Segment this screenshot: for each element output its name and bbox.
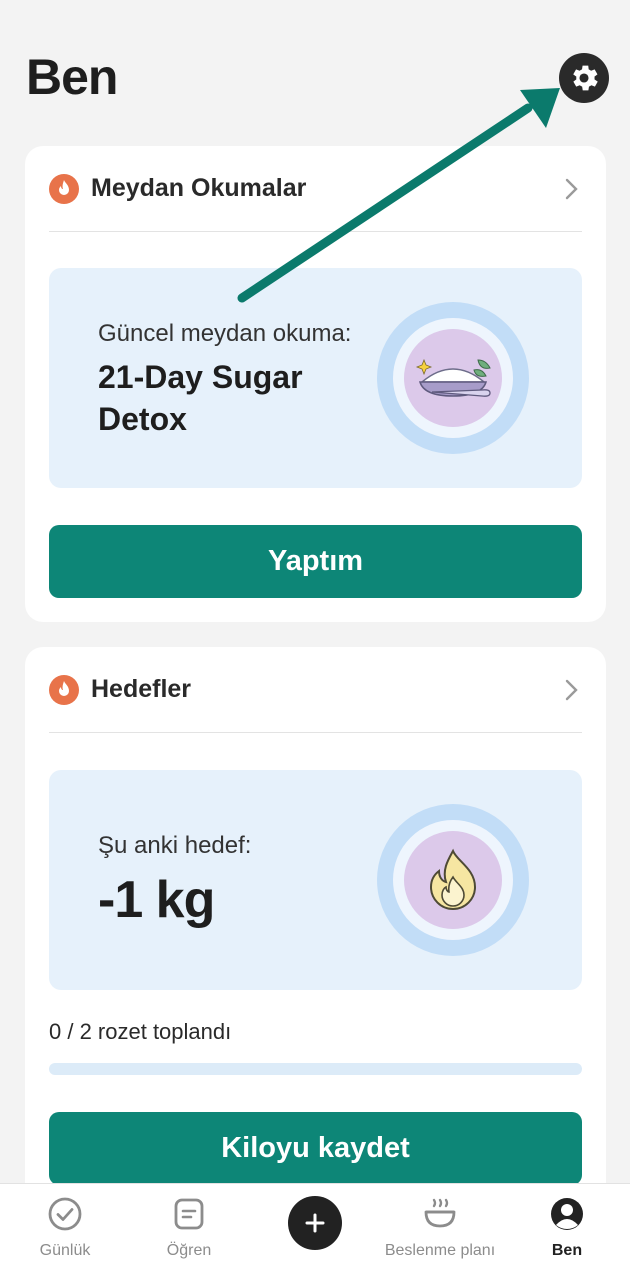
goals-title: Hedefler — [91, 675, 192, 703]
goals-header[interactable]: Hedefler — [49, 647, 582, 733]
profile-icon — [547, 1194, 587, 1234]
nav-item-profile[interactable]: Ben — [502, 1194, 630, 1274]
bowl-icon — [420, 1194, 460, 1234]
nav-item-diary[interactable]: Günlük — [0, 1194, 130, 1274]
nav-label-diary: Günlük — [39, 1242, 91, 1259]
flame-icon — [49, 173, 79, 204]
fire-illustration — [377, 804, 529, 956]
challenges-header[interactable]: Meydan Okumalar — [49, 146, 582, 232]
current-goal-value: -1 kg — [98, 871, 215, 929]
badges-collected-text: 0 / 2 rozet toplandı — [49, 1019, 232, 1044]
nav-label-profile: Ben — [551, 1242, 583, 1259]
bottom-navigation: Günlük Öğren Beslenme planı Ben — [0, 1183, 630, 1280]
bowl-illustration — [377, 302, 529, 454]
check-circle-icon — [45, 1194, 85, 1234]
done-button[interactable]: Yaptım — [49, 525, 582, 598]
current-challenge-panel[interactable]: Güncel meydan okuma: 21-Day Sugar Detox — [49, 268, 582, 488]
settings-button[interactable] — [559, 53, 609, 103]
page-title: Ben — [26, 49, 118, 105]
chevron-right-icon — [560, 679, 582, 701]
plus-icon — [305, 1213, 325, 1233]
nav-item-meal-plan[interactable]: Beslenme planı — [375, 1194, 505, 1274]
nav-item-learn[interactable]: Öğren — [124, 1194, 254, 1274]
challenges-title: Meydan Okumalar — [91, 174, 307, 202]
document-icon — [169, 1194, 209, 1234]
challenges-card: Meydan Okumalar Güncel meydan okuma: 21-… — [25, 146, 606, 622]
goals-card: Hedefler Şu anki hedef: -1 kg 0 / 2 roze… — [25, 647, 606, 1207]
current-goal-panel[interactable]: Şu anki hedef: -1 kg — [49, 770, 582, 990]
current-goal-label: Şu anki hedef: — [98, 832, 252, 859]
badges-progress-bar — [49, 1063, 582, 1075]
current-challenge-label: Güncel meydan okuma: — [98, 320, 352, 347]
log-weight-button[interactable]: Kiloyu kaydet — [49, 1112, 582, 1185]
chevron-right-icon — [560, 178, 582, 200]
current-challenge-name: 21-Day Sugar Detox — [98, 359, 303, 437]
nav-label-learn: Öğren — [166, 1242, 212, 1259]
nav-label-meal-plan: Beslenme planı — [384, 1242, 496, 1259]
flame-icon — [49, 674, 79, 705]
gear-icon — [573, 65, 598, 91]
add-button[interactable] — [288, 1196, 342, 1250]
